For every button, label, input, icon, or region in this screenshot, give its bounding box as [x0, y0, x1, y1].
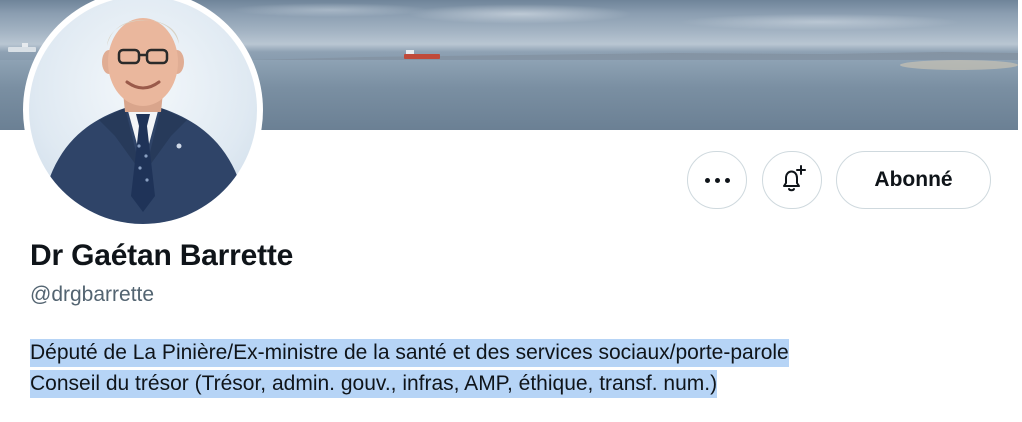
following-button[interactable]: Abonné: [836, 151, 991, 209]
bio-line: Député de La Pinière/Ex-ministre de la s…: [30, 339, 789, 367]
profile-bio: Député de La Pinière/Ex-ministre de la s…: [30, 337, 789, 399]
portrait-illustration: [39, 18, 249, 224]
banner-ship: [8, 43, 36, 52]
avatar-photo: [29, 0, 257, 224]
banner-sandbar: [900, 60, 1018, 70]
banner-ship: [404, 50, 440, 59]
more-options-button[interactable]: [687, 151, 747, 209]
avatar[interactable]: [23, 0, 263, 230]
bio-line: Conseil du trésor (Trésor, admin. gouv.,…: [30, 370, 718, 398]
username-handle: @drgbarrette: [30, 283, 155, 306]
following-button-label: Abonné: [874, 168, 953, 191]
more-horizontal-icon: [704, 177, 730, 183]
display-name: Dr Gaétan Barrette: [30, 239, 294, 272]
bell-plus-icon: [783, 165, 806, 192]
notifications-button[interactable]: [762, 151, 822, 209]
